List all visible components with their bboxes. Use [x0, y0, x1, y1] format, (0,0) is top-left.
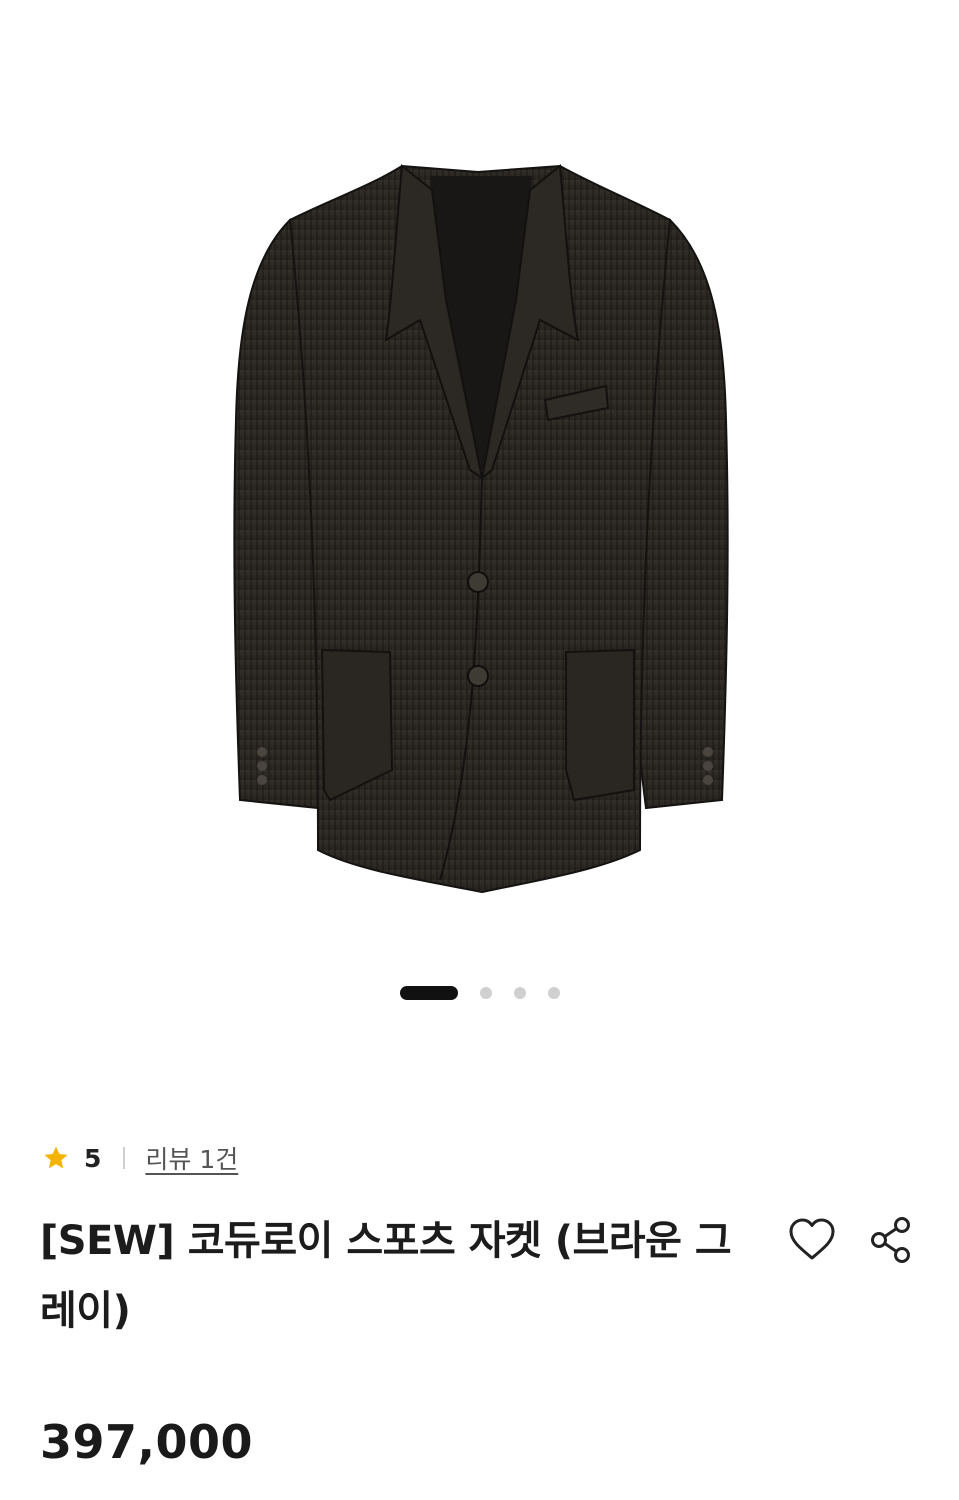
product-title: [SEW] 코듀로이 스포츠 자켓 (브라운 그레이)	[40, 1218, 732, 1334]
carousel-dot-2[interactable]	[479, 987, 492, 999]
product-price: 397,000	[40, 1415, 254, 1469]
share-icon	[871, 1217, 910, 1263]
carousel-indicators	[0, 986, 959, 1000]
carousel-dot-3[interactable]	[513, 987, 526, 999]
jacket-image	[233, 164, 729, 894]
divider	[123, 1147, 126, 1169]
rating-row: 5 리뷰 1건	[42, 1138, 238, 1178]
heart-icon	[789, 1218, 835, 1260]
like-button[interactable]	[786, 1214, 838, 1266]
review-count-link[interactable]: 리뷰 1건	[145, 1140, 238, 1176]
carousel-dot-4[interactable]	[547, 987, 560, 999]
star-icon	[44, 1146, 68, 1169]
rating-value: 5	[84, 1143, 102, 1173]
carousel-dot-1[interactable]	[399, 986, 458, 1000]
product-image-carousel[interactable]	[0, 0, 959, 1040]
share-button[interactable]	[866, 1214, 918, 1266]
